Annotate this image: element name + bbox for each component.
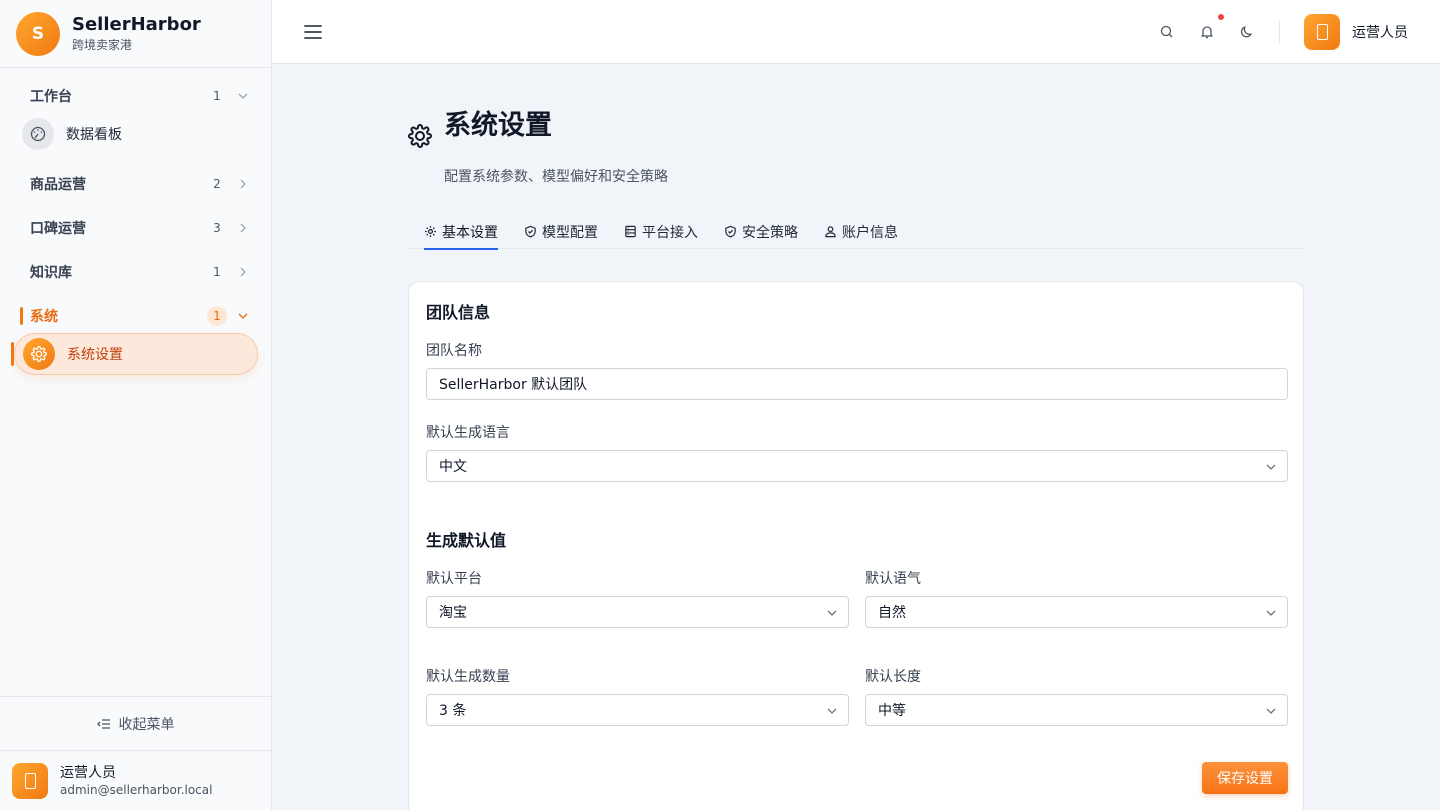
nav-group-reputation[interactable]: 口碑运营 3 bbox=[0, 213, 271, 243]
tab-label: 基本设置 bbox=[442, 224, 498, 241]
nav-group-workbench[interactable]: 工作台 1 bbox=[0, 81, 271, 111]
sidebar-item-system-settings[interactable]: 系统设置 bbox=[14, 333, 258, 375]
settings-card: 团队信息 团队名称 SellerHarbor 默认团队 默认生成语言 中文 生成… bbox=[408, 281, 1304, 810]
chevron-down-icon bbox=[827, 708, 837, 714]
platform-value: 淘宝 bbox=[439, 605, 467, 621]
gear-icon bbox=[425, 226, 436, 237]
tone-value: 自然 bbox=[878, 605, 906, 621]
nav-group-label: 工作台 bbox=[30, 89, 72, 105]
tone-select[interactable]: 自然 bbox=[865, 596, 1288, 628]
nav-group-label: 知识库 bbox=[30, 265, 72, 281]
search-icon[interactable] bbox=[1158, 23, 1176, 41]
chevron-right-icon bbox=[240, 267, 246, 277]
chevron-down-icon bbox=[238, 93, 248, 99]
sidebar-user[interactable]: 运营人员 admin@sellerharbor.local bbox=[0, 750, 271, 810]
nav-group-count: 3 bbox=[213, 221, 221, 235]
tab-label: 平台接入 bbox=[642, 224, 698, 241]
count-select[interactable]: 3 条 bbox=[426, 694, 849, 726]
nav-group-count: 1 bbox=[213, 265, 221, 279]
brand-subtitle: 跨境卖家港 bbox=[72, 37, 133, 52]
notification-dot bbox=[1218, 14, 1224, 20]
gear-icon bbox=[23, 338, 55, 370]
platform-select[interactable]: 淘宝 bbox=[426, 596, 849, 628]
language-label: 默认生成语言 bbox=[426, 425, 510, 441]
chevron-down-icon bbox=[1266, 464, 1276, 470]
team-name-label: 团队名称 bbox=[426, 343, 482, 359]
collapse-menu-icon bbox=[96, 718, 110, 729]
sidebar: S SellerHarbor 跨境卖家港 工作台 1 数据看板 商品运营 2 口… bbox=[0, 0, 272, 810]
platform-label: 默认平台 bbox=[426, 571, 482, 587]
nav-group-label: 系统 bbox=[30, 309, 58, 325]
divider bbox=[1279, 20, 1280, 44]
language-value: 中文 bbox=[439, 459, 467, 475]
team-name-input[interactable]: SellerHarbor 默认团队 bbox=[426, 368, 1288, 400]
brand-name: SellerHarbor bbox=[72, 13, 201, 35]
language-select[interactable]: 中文 bbox=[426, 450, 1288, 482]
tab-platform-access[interactable]: 平台接入 bbox=[624, 214, 698, 249]
server-icon bbox=[625, 225, 636, 238]
user-icon bbox=[825, 226, 836, 238]
nav-group-system[interactable]: 系统 1 bbox=[0, 301, 271, 331]
save-settings-button[interactable]: 保存设置 bbox=[1202, 762, 1288, 794]
brand[interactable]: S SellerHarbor 跨境卖家港 bbox=[0, 0, 271, 68]
shield-icon bbox=[525, 225, 536, 238]
bell-icon[interactable] bbox=[1198, 23, 1216, 41]
tab-account-info[interactable]: 账户信息 bbox=[824, 214, 898, 249]
brand-logo: S bbox=[16, 11, 60, 56]
chevron-down-icon bbox=[827, 610, 837, 616]
chevron-down-icon bbox=[1266, 708, 1276, 714]
sidebar-item-label: 系统设置 bbox=[67, 347, 123, 363]
section-title-team: 团队信息 bbox=[426, 303, 491, 322]
tone-label: 默认语气 bbox=[865, 571, 921, 587]
chevron-right-icon bbox=[240, 223, 246, 233]
settings-tabs: 基本设置 模型配置 平台接入 安全策略 账户信息 bbox=[408, 214, 1304, 250]
hamburger-menu-icon[interactable] bbox=[302, 21, 324, 43]
length-value: 中等 bbox=[878, 703, 906, 719]
avatar bbox=[12, 762, 48, 799]
topbar: 运营人员 bbox=[272, 0, 1440, 64]
gauge-icon bbox=[22, 118, 54, 150]
user-name: 运营人员 bbox=[60, 764, 116, 781]
count-label: 默认生成数量 bbox=[426, 669, 510, 685]
shield-check-icon bbox=[725, 225, 736, 238]
tab-label: 安全策略 bbox=[742, 224, 798, 241]
tab-label: 账户信息 bbox=[842, 224, 898, 241]
nav-group-label: 商品运营 bbox=[30, 177, 86, 193]
chevron-down-icon bbox=[238, 313, 248, 319]
tab-model-config[interactable]: 模型配置 bbox=[524, 214, 598, 249]
nav-group-products[interactable]: 商品运营 2 bbox=[0, 169, 271, 199]
sidebar-item-dashboard[interactable]: 数据看板 bbox=[14, 113, 258, 155]
section-title-defaults: 生成默认值 bbox=[426, 531, 507, 550]
sidebar-item-label: 数据看板 bbox=[66, 127, 122, 143]
tab-basic-settings[interactable]: 基本设置 bbox=[424, 214, 498, 250]
nav-group-count: 1 bbox=[207, 306, 227, 326]
tab-label: 模型配置 bbox=[542, 224, 598, 241]
page-subtitle: 配置系统参数、模型偏好和安全策略 bbox=[444, 169, 668, 185]
nav-group-knowledge[interactable]: 知识库 1 bbox=[0, 257, 271, 287]
page-title: 系统设置 bbox=[444, 110, 552, 141]
avatar bbox=[1304, 14, 1340, 50]
tab-security-policy[interactable]: 安全策略 bbox=[724, 214, 798, 249]
moon-icon[interactable] bbox=[1238, 23, 1256, 41]
length-select[interactable]: 中等 bbox=[865, 694, 1288, 726]
team-name-value: SellerHarbor 默认团队 bbox=[439, 377, 588, 393]
count-value: 3 条 bbox=[439, 703, 467, 719]
nav-group-count: 1 bbox=[213, 89, 221, 103]
chevron-right-icon bbox=[240, 179, 246, 189]
topbar-user-menu[interactable]: 运营人员 bbox=[1304, 14, 1408, 50]
chevron-down-icon bbox=[1266, 610, 1276, 616]
user-name: 运营人员 bbox=[1352, 25, 1408, 41]
gear-icon bbox=[408, 124, 432, 148]
collapse-menu-label: 收起菜单 bbox=[118, 716, 175, 733]
nav-group-label: 口碑运营 bbox=[30, 221, 86, 237]
user-email: admin@sellerharbor.local bbox=[60, 782, 213, 797]
collapse-menu-button[interactable]: 收起菜单 bbox=[0, 696, 271, 750]
length-label: 默认长度 bbox=[865, 669, 921, 685]
nav-group-count: 2 bbox=[213, 177, 221, 191]
